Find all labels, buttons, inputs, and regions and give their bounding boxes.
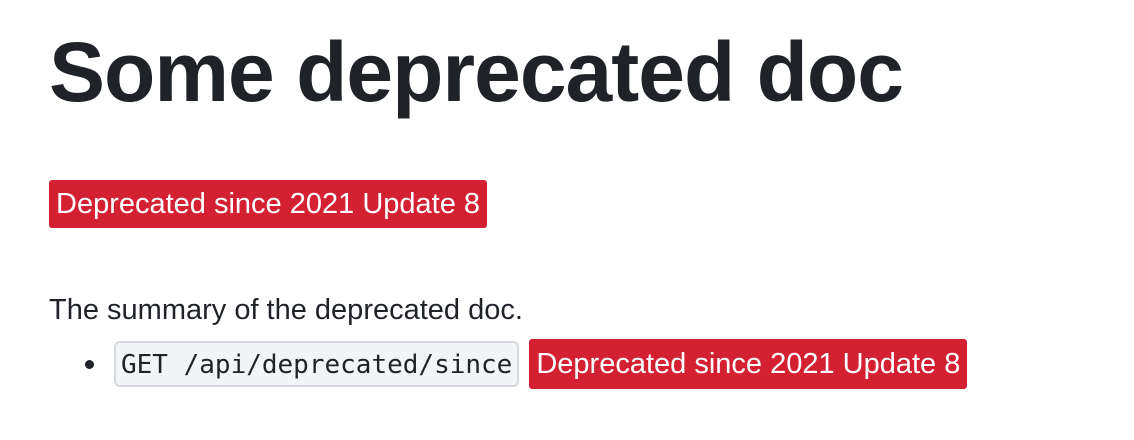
endpoint-list: GET /api/deprecated/since Deprecated sin… [49, 338, 968, 390]
doc-summary: The summary of the deprecated doc. [49, 294, 523, 326]
endpoint-code: GET /api/deprecated/since [114, 341, 520, 387]
list-item: GET /api/deprecated/since Deprecated sin… [49, 338, 968, 390]
endpoint-deprecation-badge: Deprecated since 2021 Update 8 [529, 339, 968, 389]
page-title: Some deprecated doc [49, 25, 904, 119]
deprecation-badge: Deprecated since 2021 Update 8 [49, 180, 488, 228]
bullet-icon [85, 359, 94, 369]
